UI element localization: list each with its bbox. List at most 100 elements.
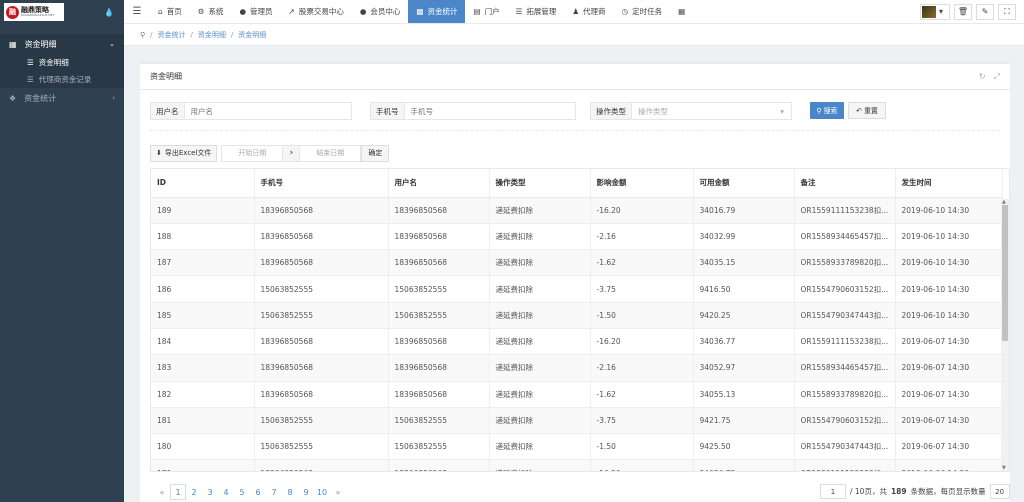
export-excel-button[interactable]: ⬇ 导出Excel文件 [150, 144, 218, 162]
table-cell: 2019-06-07 14:30 [895, 433, 1003, 460]
table-cell: 183 [151, 354, 255, 382]
nav-member-center[interactable]: ● 会员中心 [352, 0, 409, 23]
table-row[interactable]: 185 15063852555 15063852555 递延费扣除 -1.50 9420.… [151, 301, 1003, 329]
table-cell: 18396850568 [254, 459, 389, 471]
table-body: 189 18396850568 18396850568 递延费扣除 -16.20 3401… [151, 196, 1003, 471]
expand-icon[interactable]: ⤢ [994, 72, 1000, 82]
top-nav: ⌂ 首页 ⚙ 系统 ● 管理员 ↗ 股票交易中心 ● 会员中心 ▩ 资金统计 ▤ 门户 ☰ 拓展… [150, 0, 693, 23]
bar-chart-icon: ▩ [416, 7, 424, 16]
table-cell: 9416.50 [693, 275, 795, 303]
nav-system[interactable]: ⚙ 系统 [190, 0, 232, 23]
table-cell: 15063852555 [388, 275, 490, 303]
table-cell: -2.16 [590, 354, 694, 382]
column-header: 用户名 [388, 169, 490, 198]
data-table: ID 手机号 用户名 操作类型 影响金额 可用金额 备注 发生时间 189 1839685056… [151, 169, 1003, 471]
end-date-input[interactable]: 结束日期 [299, 144, 362, 162]
scrollbar-thumb[interactable] [1002, 205, 1008, 341]
phone-filter: 手机号 [370, 102, 576, 120]
column-header: 手机号 [254, 169, 389, 198]
nav-agent[interactable]: ♟ 代理商 [564, 0, 613, 23]
table-cell: OR1554790347443扣... [794, 433, 896, 460]
sidebar-subitem-fund-detail[interactable]: ☰ 资金明细 [0, 54, 124, 71]
panel-title: 资金明细 [150, 72, 182, 81]
table-row[interactable]: 188 18396850568 18396850568 递延费扣除 -2.16 34032… [151, 222, 1003, 250]
table-row[interactable]: 182 18396850568 18396850568 递延费扣除 -1.62 34055… [151, 380, 1003, 408]
logo: 融 融鼎策略 RONGDINGCELUE.NET 💧 [0, 0, 124, 24]
nav-cron-task[interactable]: ◷ 定时任务 [614, 0, 671, 23]
table-cell: OR1554790347443扣... [794, 301, 896, 329]
filter-row: 用户名 手机号 操作类型 操作类型 ▾ ⚲ 搜索 ↶ 重置 [150, 100, 1000, 122]
nav-home[interactable]: ⌂ 首页 [150, 0, 190, 23]
nav-admin[interactable]: ● 管理员 [232, 0, 281, 23]
username-input[interactable] [184, 103, 345, 119]
users-icon: ● [359, 7, 367, 16]
grid-icon[interactable]: ▦ [670, 0, 693, 23]
page-number-button[interactable]: 5 [234, 484, 250, 500]
nav-label: 拓展管理 [526, 7, 557, 16]
caret-down-icon: ▾ [780, 106, 784, 116]
start-date-input[interactable]: 开始日期 [221, 144, 284, 162]
sidebar-item-fund-stats[interactable]: ❖ 资金统计 ‹ [0, 88, 124, 108]
table-cell: 34035.15 [693, 249, 795, 276]
breadcrumb-item[interactable]: 资金明细 [238, 30, 266, 40]
table-icon: ▦ [9, 39, 17, 49]
page-number-button[interactable]: 6 [250, 484, 266, 500]
table-row[interactable]: 183 18396850568 18396850568 递延费扣除 -2.16 34052… [151, 354, 1003, 382]
table-cell: 181 [151, 406, 255, 434]
data-table-wrapper: ID 手机号 用户名 操作类型 影响金额 可用金额 备注 发生时间 189 1839685056… [150, 168, 1010, 472]
page-list: 1 2 3 4 5 6 7 8 9 10 [170, 484, 330, 500]
page-number-button[interactable]: 9 [298, 484, 314, 500]
table-row[interactable]: 181 15063852555 15063852555 递延费扣除 -3.75 9421.… [151, 406, 1003, 434]
trash-icon[interactable]: 🗑 [954, 3, 972, 20]
page-jump-input[interactable]: 1 [820, 484, 846, 499]
menu-toggle-icon[interactable]: ☰ [124, 0, 150, 23]
breadcrumb-item[interactable]: 资金明细 [198, 30, 226, 40]
table-cell: 34032.99 [693, 222, 795, 250]
page-number-button[interactable]: 3 [202, 484, 218, 500]
sidebar-subitem-agent-fund-record[interactable]: ☰ 代理商资金记录 [0, 71, 124, 88]
table-scrollbar[interactable]: ▲ ▼ [1001, 199, 1009, 471]
page-number-button[interactable]: 8 [282, 484, 298, 500]
nav-expansion[interactable]: ☰ 拓展管理 [508, 0, 565, 23]
panel-header: 资金明细 ↻ ⤢ [140, 64, 1010, 90]
edit-icon[interactable]: ✎ [976, 3, 994, 20]
table-cell: OR1554790603152扣... [794, 406, 896, 434]
table-cell: 递延费扣除 [489, 380, 591, 408]
table-cell: OR1558934465457扣... [794, 222, 896, 250]
scroll-down-icon[interactable]: ▼ [1002, 465, 1006, 471]
search-button[interactable]: ⚲ 搜索 [810, 102, 844, 119]
refresh-icon[interactable]: ↻ [979, 72, 986, 82]
reset-button[interactable]: ↶ 重置 [848, 102, 886, 119]
op-type-select[interactable]: 操作类型 ▾ [632, 103, 790, 119]
drop-icon: 💧 [104, 8, 114, 17]
avatar[interactable]: ▾ [920, 3, 950, 20]
page-number-button[interactable]: 7 [266, 484, 282, 500]
page-number-button[interactable]: 1 [170, 484, 186, 500]
table-cell: 18396850568 [388, 196, 490, 224]
table-row[interactable]: 184 18396850568 18396850568 递延费扣除 -16.20 3403… [151, 327, 1003, 355]
breadcrumb-item[interactable]: 资金统计 [158, 30, 186, 40]
next-page-button[interactable]: » [330, 484, 346, 500]
page-number-button[interactable]: 2 [186, 484, 202, 500]
prev-page-button[interactable]: « [154, 484, 170, 500]
table-row[interactable]: 180 15063852555 15063852555 递延费扣除 -1.50 9425.… [151, 433, 1003, 460]
table-row[interactable]: 187 18396850568 18396850568 递延费扣除 -1.62 34035… [151, 249, 1003, 276]
table-cell: 9421.75 [693, 406, 795, 434]
page-number-button[interactable]: 4 [218, 484, 234, 500]
table-cell: 递延费扣除 [489, 222, 591, 250]
nav-portal[interactable]: ▤ 门户 [465, 0, 507, 23]
table-row[interactable]: 189 18396850568 18396850568 递延费扣除 -16.20 3401… [151, 196, 1003, 224]
sidebar-item-fund-detail[interactable]: ▦ 资金明细 ⌄ [0, 34, 124, 54]
nav-stock-trading[interactable]: ↗ 股票交易中心 [281, 0, 352, 23]
phone-input[interactable] [404, 103, 573, 119]
fullscreen-icon[interactable]: ⛶ [998, 3, 1016, 20]
confirm-button[interactable]: 确定 [361, 144, 390, 162]
table-cell: 189 [151, 196, 255, 224]
table-row[interactable]: 186 15063852555 15063852555 递延费扣除 -3.75 9416.… [151, 275, 1003, 303]
page-number-button[interactable]: 10 [314, 484, 330, 500]
total-count: 189 [890, 487, 907, 496]
table-row[interactable]: 1791839685056818396850568递延费扣除-16.203405… [151, 459, 1003, 471]
page-size-input[interactable]: 20 [989, 484, 1010, 499]
nav-fund-stats[interactable]: ▩ 资金统计 [408, 0, 466, 23]
table-cell: -1.50 [590, 433, 694, 460]
